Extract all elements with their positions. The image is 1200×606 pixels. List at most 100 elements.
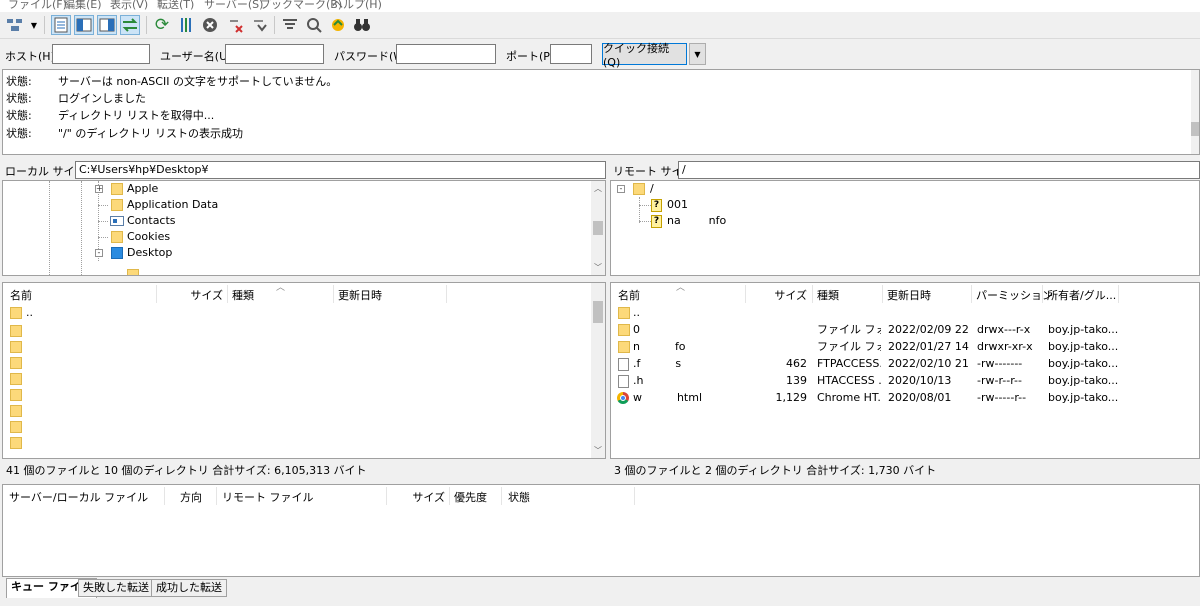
log-label: 状態: xyxy=(6,109,32,122)
table-row[interactable]: n fo ファイル フォ... 2022/01/27 14:... drwxr-… xyxy=(611,339,1199,355)
local-list-scroll-thumb[interactable] xyxy=(593,301,603,323)
menu-transfer[interactable]: 転送(T) xyxy=(157,0,194,12)
log-scrollbar[interactable] xyxy=(1191,70,1199,154)
site-manager-icon[interactable] xyxy=(5,15,25,35)
local-file-list[interactable]: 名前 ︿ サイズ 種類 更新日時 .. ﹀ xyxy=(2,282,606,459)
sync-browse-icon[interactable] xyxy=(328,15,348,35)
menu-bookmarks[interactable]: ブックマーク(B) xyxy=(260,0,342,12)
collapse-icon[interactable]: - xyxy=(617,185,625,193)
local-tree-scrollbar[interactable]: ︿ ﹀ xyxy=(591,181,605,275)
local-status-text: 41 個のファイルと 10 個のディレクトリ 合計サイズ: 6,105,313 … xyxy=(6,464,367,477)
file-row-parent[interactable]: .. xyxy=(10,305,150,321)
remote-file-list[interactable]: 名前 ︿ サイズ 種類 更新日時 パーミッション 所有者/グル... .. 0 … xyxy=(610,282,1200,459)
toolbar: ▼ ⟳ xyxy=(0,12,1200,38)
table-row[interactable]: .h 139 HTACCESS ... 2020/10/13 -rw-r--r-… xyxy=(611,373,1199,389)
folder-icon xyxy=(618,341,630,353)
column-header-type[interactable]: 種類 xyxy=(817,287,839,303)
filter-icon[interactable] xyxy=(176,15,196,35)
cancel-icon[interactable] xyxy=(200,15,220,35)
toggle-remote-tree-icon[interactable] xyxy=(97,15,117,35)
local-status-bar: 41 個のファイルと 10 個のディレクトリ 合計サイズ: 6,105,313 … xyxy=(2,459,606,477)
host-input[interactable] xyxy=(52,44,150,64)
local-directory-tree[interactable]: + Apple Application Data Contacts Cookie… xyxy=(2,180,606,276)
file-type: ファイル フォ... xyxy=(817,323,881,336)
port-input[interactable] xyxy=(550,44,592,64)
file-owner: boy.jp-tako... xyxy=(1048,357,1118,370)
tree-item-application-data[interactable]: Application Data xyxy=(95,197,575,213)
tree-item-contacts[interactable]: Contacts xyxy=(95,213,575,229)
username-input[interactable] xyxy=(225,44,324,64)
compare-icon[interactable] xyxy=(304,15,324,35)
message-log[interactable]: 状態: サーバーは non-ASCII の文字をサポートしていません。 状態: … xyxy=(2,69,1200,155)
file-permissions: -rw-----r-- xyxy=(977,391,1027,404)
quickconnect-button[interactable]: クイック接続(Q) xyxy=(602,42,687,69)
column-header-size[interactable]: サイズ xyxy=(169,287,223,303)
local-tree-scroll-thumb[interactable] xyxy=(593,221,603,235)
desktop-folder-icon xyxy=(111,247,123,259)
tree-item-label: na nfo xyxy=(667,214,727,227)
local-path-input[interactable]: C:¥Users¥hp¥Desktop¥ xyxy=(75,161,606,179)
scroll-down-icon[interactable]: ﹀ xyxy=(594,262,602,273)
scroll-down-icon[interactable]: ﹀ xyxy=(594,445,602,456)
column-header-modified[interactable]: 更新日時 xyxy=(338,287,382,303)
scroll-up-icon[interactable]: ︿ xyxy=(594,183,602,194)
file-name: .. xyxy=(633,306,640,319)
tree-item-label: Contacts xyxy=(127,214,176,227)
menu-edit[interactable]: 編集(E) xyxy=(64,0,102,12)
tree-item-desktop[interactable]: - Desktop xyxy=(95,245,575,261)
file-type: ファイル フォ... xyxy=(817,340,881,353)
column-header-name[interactable]: 名前 xyxy=(618,287,640,303)
column-header-modified[interactable]: 更新日時 xyxy=(887,287,931,303)
folder-icon xyxy=(10,437,22,449)
menu-help[interactable]: ヘルプ(H) xyxy=(332,0,382,12)
tree-item-cookies[interactable]: Cookies xyxy=(95,229,575,245)
toggle-log-icon[interactable] xyxy=(51,15,71,35)
collapse-icon[interactable]: - xyxy=(95,249,103,257)
tree-item-001[interactable]: ? 001 xyxy=(651,197,951,213)
column-header-size[interactable]: サイズ xyxy=(751,287,807,303)
remote-directory-tree[interactable]: - / ? 001 ? na nfo xyxy=(610,180,1200,276)
tree-item-root[interactable]: - / xyxy=(617,181,917,197)
file-name: .. xyxy=(26,306,33,319)
column-header-remote-file[interactable]: リモート ファイル xyxy=(222,489,314,505)
column-header-name[interactable]: 名前 xyxy=(10,287,32,303)
file-name: w html xyxy=(633,391,703,404)
search-icon[interactable] xyxy=(352,15,372,35)
expand-icon[interactable]: + xyxy=(95,185,103,193)
folder-icon xyxy=(10,405,22,417)
password-input[interactable] xyxy=(396,44,496,64)
transfer-queue[interactable]: サーバー/ローカル ファイル 方向 リモート ファイル サイズ 優先度 状態 xyxy=(2,484,1200,577)
file-owner: boy.jp-tako... xyxy=(1048,374,1118,387)
column-header-owner[interactable]: 所有者/グル... xyxy=(1047,287,1116,303)
table-row[interactable]: .. xyxy=(611,305,1199,321)
column-header-status[interactable]: 状態 xyxy=(508,489,530,505)
tree-item-info[interactable]: ? na nfo xyxy=(651,213,951,229)
file-modified: 2022/02/10 21:... xyxy=(888,357,970,370)
directory-listing-filter-icon[interactable] xyxy=(280,15,300,35)
log-scroll-thumb[interactable] xyxy=(1191,122,1199,136)
tree-item-apple[interactable]: + Apple xyxy=(95,181,575,197)
column-header-priority[interactable]: 優先度 xyxy=(454,489,487,505)
toggle-local-tree-icon[interactable] xyxy=(74,15,94,35)
disconnect-icon[interactable] xyxy=(226,15,246,35)
toggle-queue-icon[interactable] xyxy=(120,15,140,35)
column-header-size[interactable]: サイズ xyxy=(391,489,445,505)
menu-file[interactable]: ファイル(F) xyxy=(8,0,67,12)
reconnect-icon[interactable] xyxy=(250,15,270,35)
site-manager-dropdown-icon[interactable]: ▼ xyxy=(28,15,40,35)
column-header-type[interactable]: 種類 xyxy=(232,287,254,303)
table-row[interactable]: .f s 462 FTPACCESS... 2022/02/10 21:... … xyxy=(611,356,1199,372)
menu-view[interactable]: 表示(V) xyxy=(110,0,148,12)
tab-successful-transfers[interactable]: 成功した転送 xyxy=(151,579,227,597)
column-header-local-file[interactable]: サーバー/ローカル ファイル xyxy=(9,489,148,505)
file-modified: 2022/02/09 22:... xyxy=(888,323,970,336)
refresh-icon[interactable]: ⟳ xyxy=(152,15,172,35)
remote-path-input[interactable]: / xyxy=(678,161,1200,179)
table-row[interactable]: 0 ファイル フォ... 2022/02/09 22:... drwx---r-… xyxy=(611,322,1199,338)
table-row[interactable]: w html 1,129 Chrome HT... 2020/08/01 -rw… xyxy=(611,390,1199,406)
menu-server[interactable]: サーバー(S) xyxy=(204,0,263,12)
local-list-scrollbar[interactable]: ﹀ xyxy=(591,283,605,458)
quickconnect-dropdown-icon[interactable]: ▼ xyxy=(689,43,706,65)
column-header-direction[interactable]: 方向 xyxy=(180,489,202,505)
tab-failed-transfers[interactable]: 失敗した転送 xyxy=(78,579,154,597)
